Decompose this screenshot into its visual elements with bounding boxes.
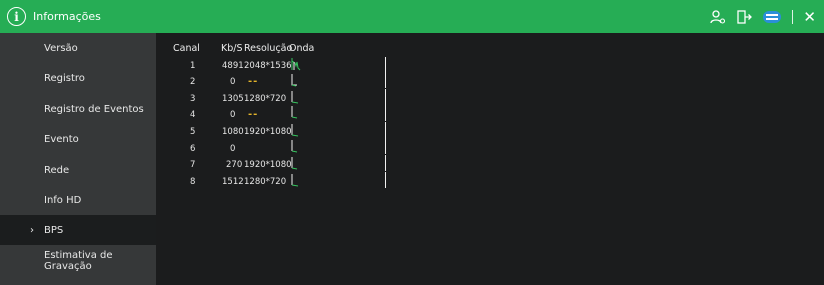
sidebar-item-registro-de-eventos[interactable]: Registro de Eventos xyxy=(0,94,156,124)
cell-kbs: 1080 xyxy=(222,127,244,137)
bps-panel: Canal Kb/S Resolução Onda 1 4891 2048*15… xyxy=(156,33,824,285)
sidebar-item-versao[interactable]: Versão xyxy=(0,33,156,63)
cell-canal: 4 xyxy=(190,110,196,120)
info-icon: i xyxy=(7,7,26,26)
cell-resolucao: -- xyxy=(248,76,259,87)
title-bar: i Informações ✕ xyxy=(0,0,824,33)
cell-canal: 5 xyxy=(190,127,196,137)
sidebar: Versão Registro Registro de Eventos Even… xyxy=(0,33,156,285)
wave-limit-line xyxy=(385,155,386,171)
sidebar-item-evento[interactable]: Evento xyxy=(0,124,156,154)
wave-limit-line xyxy=(385,122,386,138)
bitrate-wave xyxy=(291,58,301,71)
logout-icon[interactable] xyxy=(736,9,753,25)
column-header-resolucao: Resolução xyxy=(244,43,293,54)
cell-canal: 6 xyxy=(190,144,196,154)
close-icon[interactable]: ✕ xyxy=(803,9,816,25)
sidebar-item-label: Registro de Eventos xyxy=(44,103,144,115)
cell-kbs: 1512 xyxy=(222,177,244,187)
wave-limit-line xyxy=(385,89,386,105)
hdd-icon[interactable] xyxy=(762,9,782,25)
cell-kbs: 4891 xyxy=(222,61,244,71)
cell-canal: 8 xyxy=(190,177,196,187)
cell-kbs: 0 xyxy=(230,77,236,87)
bitrate-wave xyxy=(291,174,299,187)
wave-limit-line xyxy=(385,57,386,73)
sidebar-item-label: Versão xyxy=(44,42,78,54)
sidebar-item-info-hd[interactable]: Info HD xyxy=(0,185,156,215)
column-header-canal: Canal xyxy=(173,43,200,54)
title-bar-separator xyxy=(792,10,794,24)
column-header-onda: Onda xyxy=(289,43,315,54)
cell-kbs: 1305 xyxy=(222,94,244,104)
bitrate-wave xyxy=(291,74,297,87)
wave-limit-line xyxy=(385,172,386,188)
sidebar-item-label: Evento xyxy=(44,133,79,145)
sidebar-item-label: Registro xyxy=(44,72,85,84)
cell-kbs: 270 xyxy=(226,160,243,170)
user-settings-icon[interactable] xyxy=(710,9,726,25)
cell-resolucao: 1280*720 xyxy=(244,94,287,104)
sidebar-item-bps[interactable]: › BPS xyxy=(0,215,156,245)
cell-kbs: 0 xyxy=(230,144,236,154)
bitrate-wave xyxy=(291,140,298,153)
chevron-right-icon: › xyxy=(30,224,34,236)
sidebar-item-label: Estimativa de Gravação xyxy=(44,250,113,272)
cell-kbs: 0 xyxy=(230,110,236,120)
bitrate-wave xyxy=(291,157,298,170)
cell-resolucao: 1920*1080 xyxy=(244,160,292,170)
sidebar-item-registro[interactable]: Registro xyxy=(0,63,156,93)
bitrate-wave xyxy=(291,124,299,137)
cell-resolucao: -- xyxy=(248,109,259,120)
bitrate-wave xyxy=(291,106,298,119)
wave-limit-line xyxy=(385,138,386,154)
sidebar-item-label: Info HD xyxy=(44,194,82,206)
sidebar-item-estimativa-de-gravacao[interactable]: Estimativa de Gravação xyxy=(0,246,156,276)
cell-canal: 3 xyxy=(190,94,196,104)
cell-resolucao: 1920*1080 xyxy=(244,127,292,137)
window-title: Informações xyxy=(33,10,101,23)
wave-limit-line xyxy=(385,105,386,121)
title-bar-actions: ✕ xyxy=(710,7,816,27)
wave-limit-line xyxy=(385,73,386,88)
cell-canal: 1 xyxy=(190,61,196,71)
column-header-kbs: Kb/S xyxy=(221,43,243,54)
bitrate-wave xyxy=(291,91,299,104)
cell-resolucao: 1280*720 xyxy=(244,177,287,187)
cell-resolucao: 2048*1536 xyxy=(244,61,292,71)
cell-canal: 2 xyxy=(190,77,196,87)
sidebar-item-label: BPS xyxy=(44,224,64,236)
sidebar-item-label: Rede xyxy=(44,164,70,176)
sidebar-item-rede[interactable]: Rede xyxy=(0,155,156,185)
cell-canal: 7 xyxy=(190,160,196,170)
